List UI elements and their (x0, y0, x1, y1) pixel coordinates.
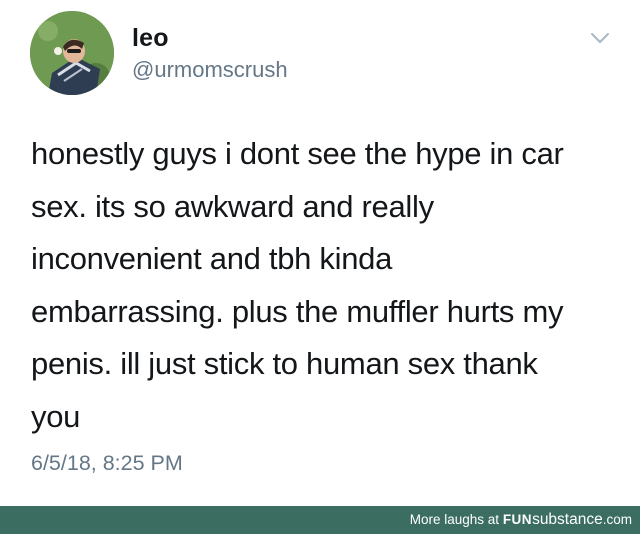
tweet-text-line: you (31, 398, 81, 434)
tweet-text-line: penis. ill just stick to human sex thank (31, 346, 538, 381)
avatar[interactable] (30, 11, 114, 95)
tweet-text-line: embarrassing. plus the muffler hurts my (31, 293, 564, 329)
display-name[interactable]: leo (132, 24, 169, 53)
watermark-prefix: More laughs at (409, 512, 500, 527)
tweet-timestamp[interactable]: 6/5/18, 8:25 PM (31, 451, 183, 476)
watermark-text[interactable]: More laughs at FUNsubstance.com (410, 511, 632, 531)
watermark-footer: More laughs at FUNsubstance.com (0, 506, 640, 534)
tweet-card: leo @urmomscrush honestly guys i dont se… (0, 0, 640, 506)
watermark-brand-com: .com (602, 512, 632, 527)
tweet-text-line: inconvenient and tbh kinda (31, 241, 393, 276)
watermark-brand-fun: FUN (502, 512, 533, 527)
chevron-down-icon[interactable] (590, 30, 610, 46)
tweet-text: honestly guys i dont see the hype in car… (31, 128, 631, 443)
tweet-text-line: honestly guys i dont see the hype in car (31, 136, 564, 171)
profile-photo-icon (30, 11, 114, 95)
username-handle[interactable]: @urmomscrush (132, 57, 288, 83)
tweet-text-line: sex. its so awkward and really (31, 188, 434, 224)
watermark-brand-sub: substance (532, 511, 603, 528)
